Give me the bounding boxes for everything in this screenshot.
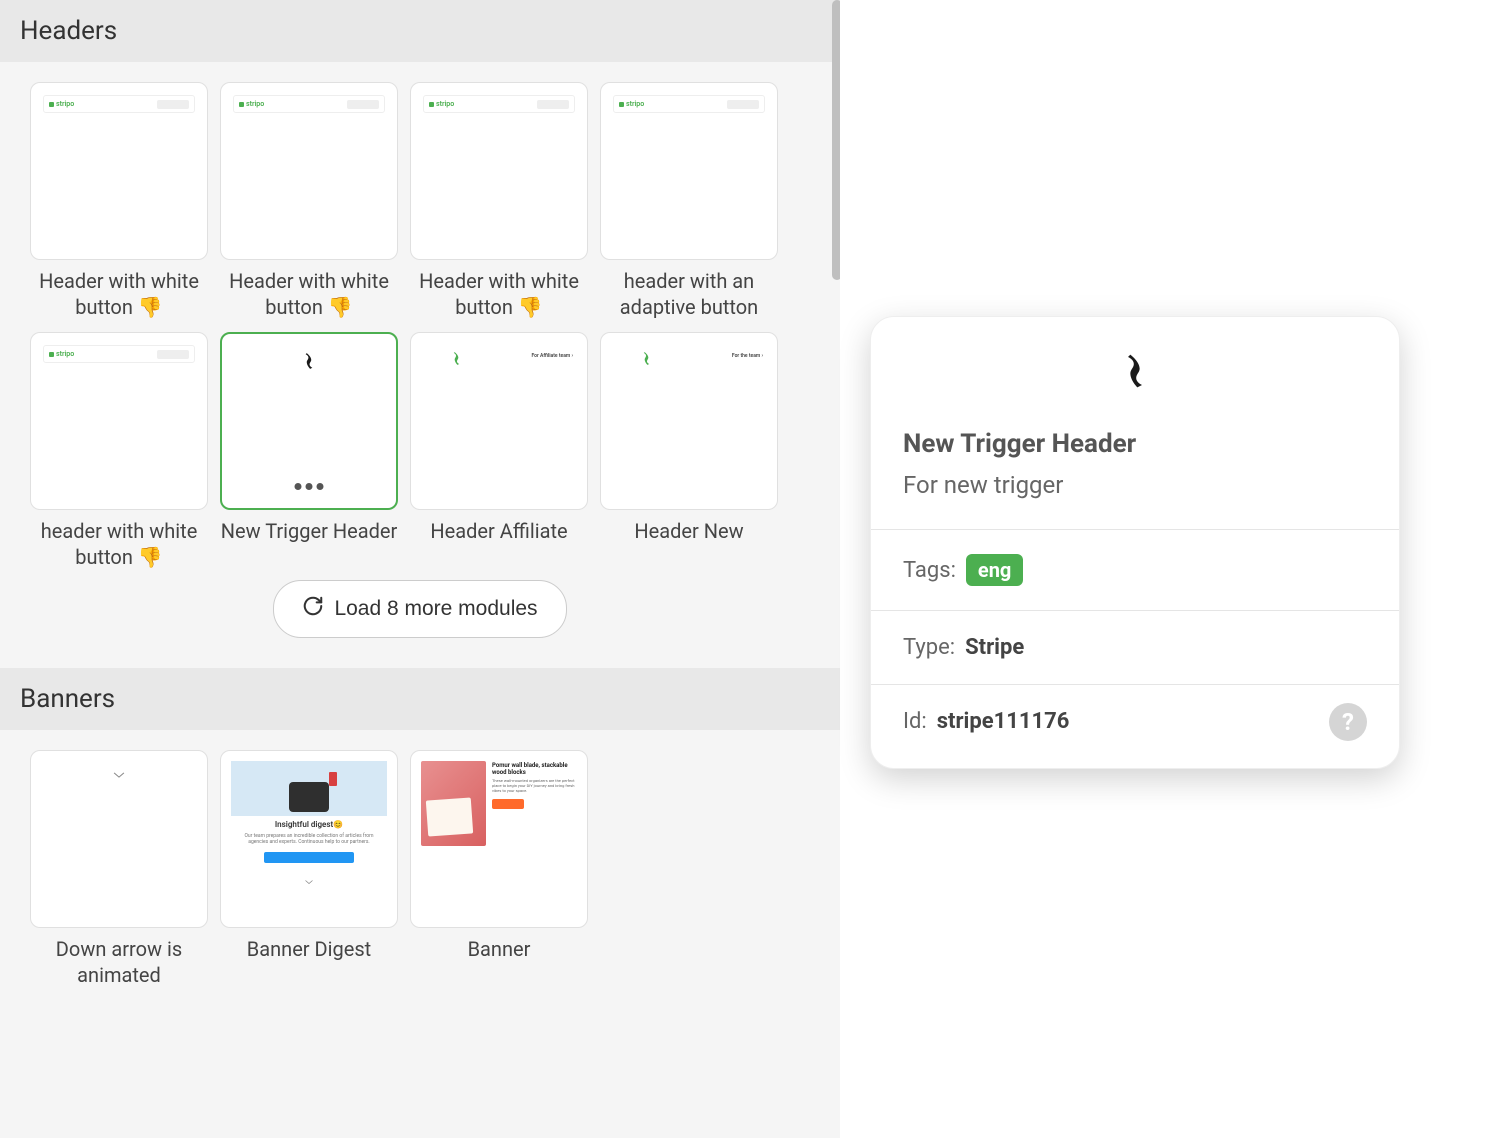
mini-header-preview: stripo bbox=[43, 345, 195, 363]
module-item[interactable]: Insightful digest😊 Our team prepares an i… bbox=[220, 750, 398, 988]
banner-cta-button bbox=[264, 852, 354, 863]
mini-header-preview: stripo bbox=[43, 95, 195, 113]
chevron-down-icon bbox=[304, 871, 314, 890]
detail-subtitle: For new trigger bbox=[903, 471, 1367, 499]
mini-brand-logo: stripo bbox=[239, 100, 264, 108]
module-label: Header with white button 👎 bbox=[30, 268, 208, 320]
module-thumbnail[interactable]: stripo bbox=[30, 82, 208, 260]
module-item[interactable]: stripo header with white button 👎 bbox=[30, 332, 208, 570]
module-item[interactable]: For Affiliate team › Header Affiliate bbox=[410, 332, 588, 570]
tag-pill[interactable]: eng bbox=[966, 554, 1023, 586]
mini-button-icon bbox=[157, 350, 189, 359]
detail-type-row: Type: Stripe bbox=[871, 611, 1399, 684]
help-icon[interactable]: ? bbox=[1329, 703, 1367, 741]
modules-panel[interactable]: Headers stripo Header with white button 👎… bbox=[0, 0, 840, 1138]
mini-brand-logo: stripo bbox=[619, 100, 644, 108]
banners-grid: Down arrow is animated Insightful digest😊… bbox=[0, 730, 840, 998]
module-item[interactable]: stripo header with an adaptive button bbox=[600, 82, 778, 320]
headers-grid: stripo Header with white button 👎 stripo He… bbox=[0, 62, 840, 580]
banner-body-text: These wall-mounted organizers are the pe… bbox=[492, 779, 577, 793]
mini-brand-s-icon bbox=[641, 351, 652, 370]
mini-button-icon bbox=[727, 100, 759, 109]
banner-preview: Insightful digest😊 Our team prepares an i… bbox=[231, 761, 387, 917]
module-label: Banner Digest bbox=[247, 936, 371, 962]
mini-right-text: For the team › bbox=[732, 353, 763, 359]
module-label: Header Affiliate bbox=[430, 518, 567, 544]
load-more-row: Load 8 more modules bbox=[0, 580, 840, 668]
banner-image bbox=[421, 761, 486, 846]
module-thumbnail[interactable]: Insightful digest😊 Our team prepares an i… bbox=[220, 750, 398, 928]
module-label: New Trigger Header bbox=[221, 518, 398, 544]
module-label: header with white button 👎 bbox=[30, 518, 208, 570]
module-label: Header with white button 👎 bbox=[410, 268, 588, 320]
module-thumbnail[interactable]: Pomur wall blade, stackable wood blocks T… bbox=[410, 750, 588, 928]
banner-body-text: Our team prepares an incredible collecti… bbox=[231, 833, 387, 845]
module-item[interactable]: stripo Header with white button 👎 bbox=[410, 82, 588, 320]
mini-header-preview: stripo bbox=[613, 95, 765, 113]
module-item[interactable]: stripo Header with white button 👎 bbox=[30, 82, 208, 320]
type-label: Type: bbox=[903, 635, 955, 660]
module-label: Header New bbox=[634, 518, 743, 544]
module-thumbnail[interactable]: stripo bbox=[220, 82, 398, 260]
module-thumbnail[interactable]: stripo bbox=[30, 332, 208, 510]
type-value: Stripe bbox=[965, 635, 1024, 660]
reload-icon bbox=[302, 595, 324, 623]
module-label: header with an adaptive button bbox=[600, 268, 778, 320]
banner-cta-button bbox=[492, 799, 524, 809]
mini-header-preview: stripo bbox=[233, 95, 385, 113]
detail-id-row: Id: stripe111176 ? bbox=[871, 685, 1399, 768]
load-more-button[interactable]: Load 8 more modules bbox=[273, 580, 566, 638]
mini-button-icon bbox=[157, 100, 189, 109]
section-header-headers: Headers bbox=[0, 0, 840, 62]
brand-logo-icon bbox=[1121, 352, 1149, 390]
id-value: stripe111176 bbox=[937, 709, 1070, 734]
module-thumbnail[interactable] bbox=[30, 750, 208, 928]
mailbox-icon bbox=[231, 761, 387, 816]
module-item[interactable]: Pomur wall blade, stackable wood blocks T… bbox=[410, 750, 588, 988]
module-label: Banner bbox=[468, 936, 531, 962]
mini-brand-s-icon bbox=[451, 351, 462, 370]
detail-tags-row: Tags: eng bbox=[871, 530, 1399, 610]
mini-header-preview: stripo bbox=[423, 95, 575, 113]
mini-brand-logo: stripo bbox=[49, 100, 74, 108]
detail-title-section: New Trigger Header For new trigger bbox=[871, 407, 1399, 529]
banner-headline: Insightful digest😊 bbox=[275, 820, 343, 829]
module-label: Down arrow is animated bbox=[30, 936, 208, 988]
banner-headline: Pomur wall blade, stackable wood blocks bbox=[492, 763, 577, 776]
module-label: Header with white button 👎 bbox=[220, 268, 398, 320]
module-item[interactable]: Down arrow is animated bbox=[30, 750, 208, 988]
section-header-banners: Banners bbox=[0, 668, 840, 730]
module-item[interactable]: For the team › Header New bbox=[600, 332, 778, 570]
module-thumbnail[interactable]: stripo bbox=[600, 82, 778, 260]
scrollbar[interactable] bbox=[832, 0, 840, 280]
module-thumbnail[interactable]: stripo bbox=[410, 82, 588, 260]
module-thumbnail[interactable] bbox=[220, 332, 398, 510]
mini-center-logo-icon bbox=[302, 352, 316, 374]
tags-label: Tags: bbox=[903, 558, 956, 583]
detail-panel: New Trigger Header For new trigger Tags:… bbox=[840, 0, 1486, 1138]
id-label: Id: bbox=[903, 709, 927, 734]
mini-button-icon bbox=[537, 100, 569, 109]
chevron-down-icon bbox=[112, 765, 126, 784]
detail-preview bbox=[871, 317, 1399, 407]
load-more-label: Load 8 more modules bbox=[334, 597, 537, 621]
mini-button-icon bbox=[347, 100, 379, 109]
mini-brand-logo: stripo bbox=[49, 350, 74, 358]
module-thumbnail[interactable]: For Affiliate team › bbox=[410, 332, 588, 510]
more-dots-icon[interactable] bbox=[295, 483, 324, 490]
module-item[interactable]: stripo Header with white button 👎 bbox=[220, 82, 398, 320]
module-detail-card: New Trigger Header For new trigger Tags:… bbox=[870, 316, 1400, 769]
module-item[interactable]: New Trigger Header bbox=[220, 332, 398, 570]
mini-brand-logo: stripo bbox=[429, 100, 454, 108]
detail-title: New Trigger Header bbox=[903, 429, 1367, 459]
module-thumbnail[interactable]: For the team › bbox=[600, 332, 778, 510]
banner-preview: Pomur wall blade, stackable wood blocks T… bbox=[421, 761, 577, 917]
mini-right-text: For Affiliate team › bbox=[531, 353, 573, 359]
